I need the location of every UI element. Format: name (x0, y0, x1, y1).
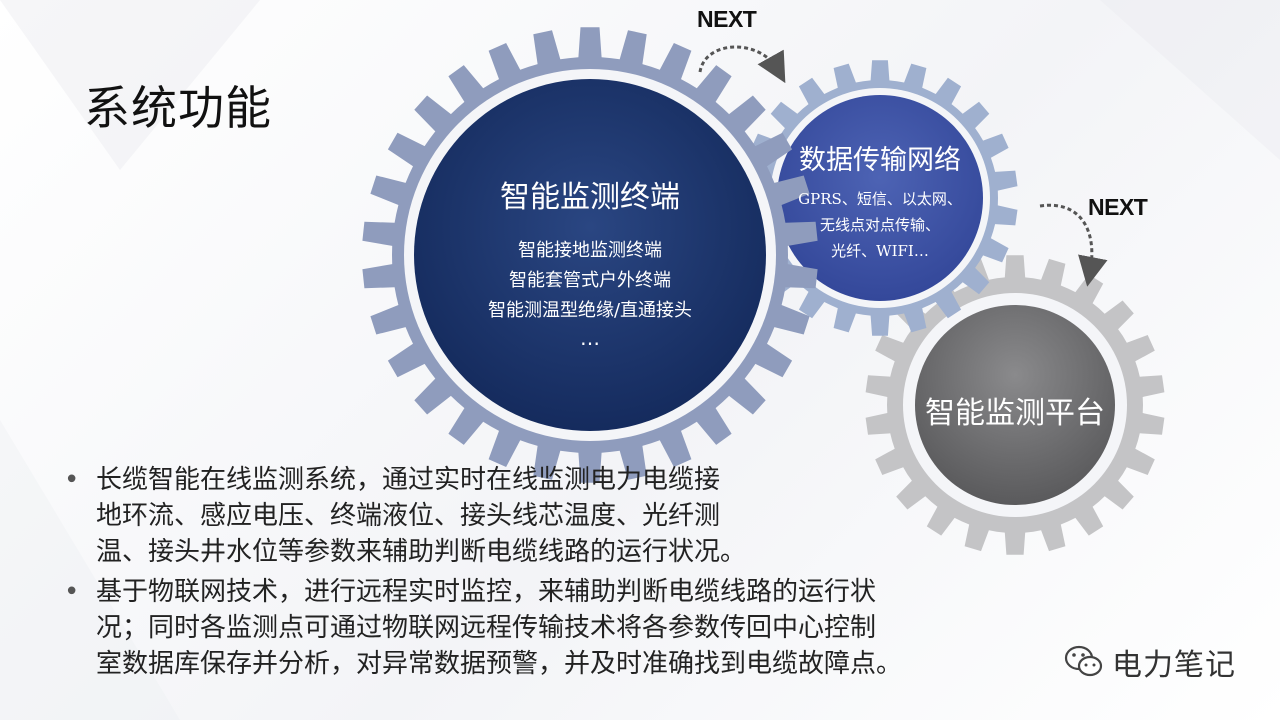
gear2-item: 光纤、WIFI… (831, 242, 929, 260)
gear1-more: … (580, 326, 600, 350)
next-arrow-2 (1039, 203, 1108, 287)
next-label-1: NEXT (697, 6, 757, 32)
gear3-title: 智能监测平台 (925, 396, 1105, 431)
wechat-icon (1064, 645, 1103, 677)
gear1-item: 智能套管式户外终端 (509, 270, 671, 291)
gear1-title: 智能监测终端 (500, 180, 680, 215)
bullet-line: 温、接头井水位等参数来辅助判断电缆线路的运行状况。 (96, 537, 747, 567)
next-label-2: NEXT (1088, 194, 1148, 220)
watermark-text: 电力笔记 (1112, 648, 1236, 683)
bullet-line: 长缆智能在线监测系统，通过实时在线监测电力电缆接 (96, 465, 721, 495)
bullet-item: • 基于物联网技术，进行远程实时监控，来辅助判断电缆线路的运行状 况；同时各监测… (62, 574, 1086, 682)
gear1-item: 智能接地监测终端 (518, 240, 662, 261)
bullet-line: 室数据库保存并分析，对异常数据预警，并及时准确找到电缆故障点。 (96, 649, 903, 679)
bullet-dot: • (64, 465, 80, 495)
bullet-item: • 长缆智能在线监测系统，通过实时在线监测电力电缆接 地环流、感应电压、终端液位… (62, 462, 896, 570)
gear2-title: 数据传输网络 (799, 145, 961, 176)
gear2-item: GPRS、短信、以太网、 (798, 190, 962, 208)
watermark: 电力笔记 (1064, 640, 1236, 684)
bullet-list: • 长缆智能在线监测系统，通过实时在线监测电力电缆接 地环流、感应电压、终端液位… (62, 462, 1052, 686)
bullet-line: 地环流、感应电压、终端液位、接头线芯温度、光纤测 (96, 501, 721, 531)
next-arrow-1 (698, 45, 786, 84)
bullet-dot: • (64, 577, 80, 607)
bullet-line: 基于物联网技术，进行远程实时监控，来辅助判断电缆线路的运行状 (96, 577, 877, 607)
bullet-line: 况；同时各监测点可通过物联网远程传输技术将各参数传回中心控制 (96, 613, 877, 643)
gear1-item: 智能测温型绝缘/直通接头 (487, 300, 693, 321)
page-title: 系统功能 (84, 81, 272, 135)
gear2-item: 无线点对点传输、 (819, 216, 940, 234)
